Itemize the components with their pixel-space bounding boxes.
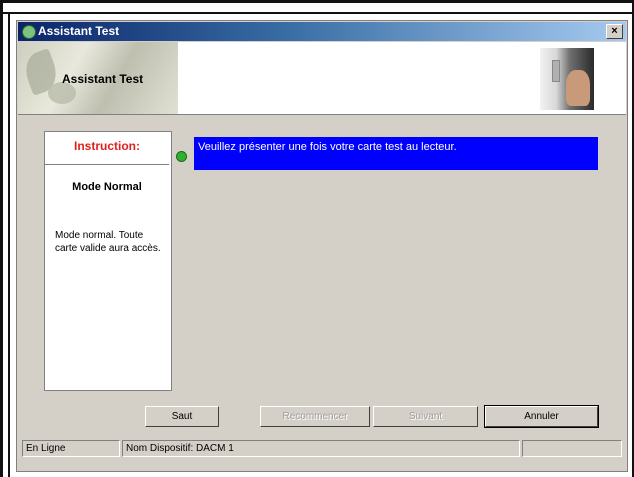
mode-description: Mode normal. Toute carte valide aura acc… (55, 230, 161, 254)
window-title: Assistant Test (38, 24, 120, 38)
cancel-button[interactable]: Annuler (484, 405, 599, 428)
retry-button[interactable]: Recommencer (260, 406, 370, 427)
frame-divider (0, 12, 634, 14)
connection-status: En Ligne (22, 440, 120, 457)
hand-image (566, 70, 590, 106)
device-name-status: Nom Dispositif: DACM 1 (122, 440, 520, 457)
status-indicator-icon (176, 151, 187, 162)
frame-inner-border (8, 14, 10, 477)
mode-title: Mode Normal (72, 181, 142, 193)
next-button[interactable]: Suivant (373, 406, 478, 427)
app-icon (22, 25, 36, 39)
wizard-content: Instruction: Mode Normal Mode normal. To… (18, 115, 626, 431)
banner-title: Assistant Test (62, 72, 144, 86)
close-button[interactable]: × (606, 24, 623, 39)
title-bar[interactable]: Assistant Test × (18, 22, 626, 41)
instruction-panel: Instruction: Mode Normal Mode normal. To… (44, 131, 172, 391)
instruction-label: Instruction: (74, 139, 140, 153)
card-reader-photo (540, 48, 594, 110)
frame-top-border (0, 0, 634, 3)
instruction-message: Veuillez présenter une fois votre carte … (194, 137, 598, 170)
status-extra-cell (522, 440, 622, 457)
assistant-test-window: Assistant Test × Assistant Test Instruct… (16, 20, 628, 472)
card-reader-slot (552, 60, 560, 82)
status-bar: En Ligne Nom Dispositif: DACM 1 (18, 438, 626, 459)
wizard-banner: Assistant Test (18, 42, 626, 115)
skip-button[interactable]: Saut (145, 406, 219, 427)
instruction-tab[interactable]: Instruction: (45, 132, 169, 165)
frame-left-border (0, 0, 3, 477)
